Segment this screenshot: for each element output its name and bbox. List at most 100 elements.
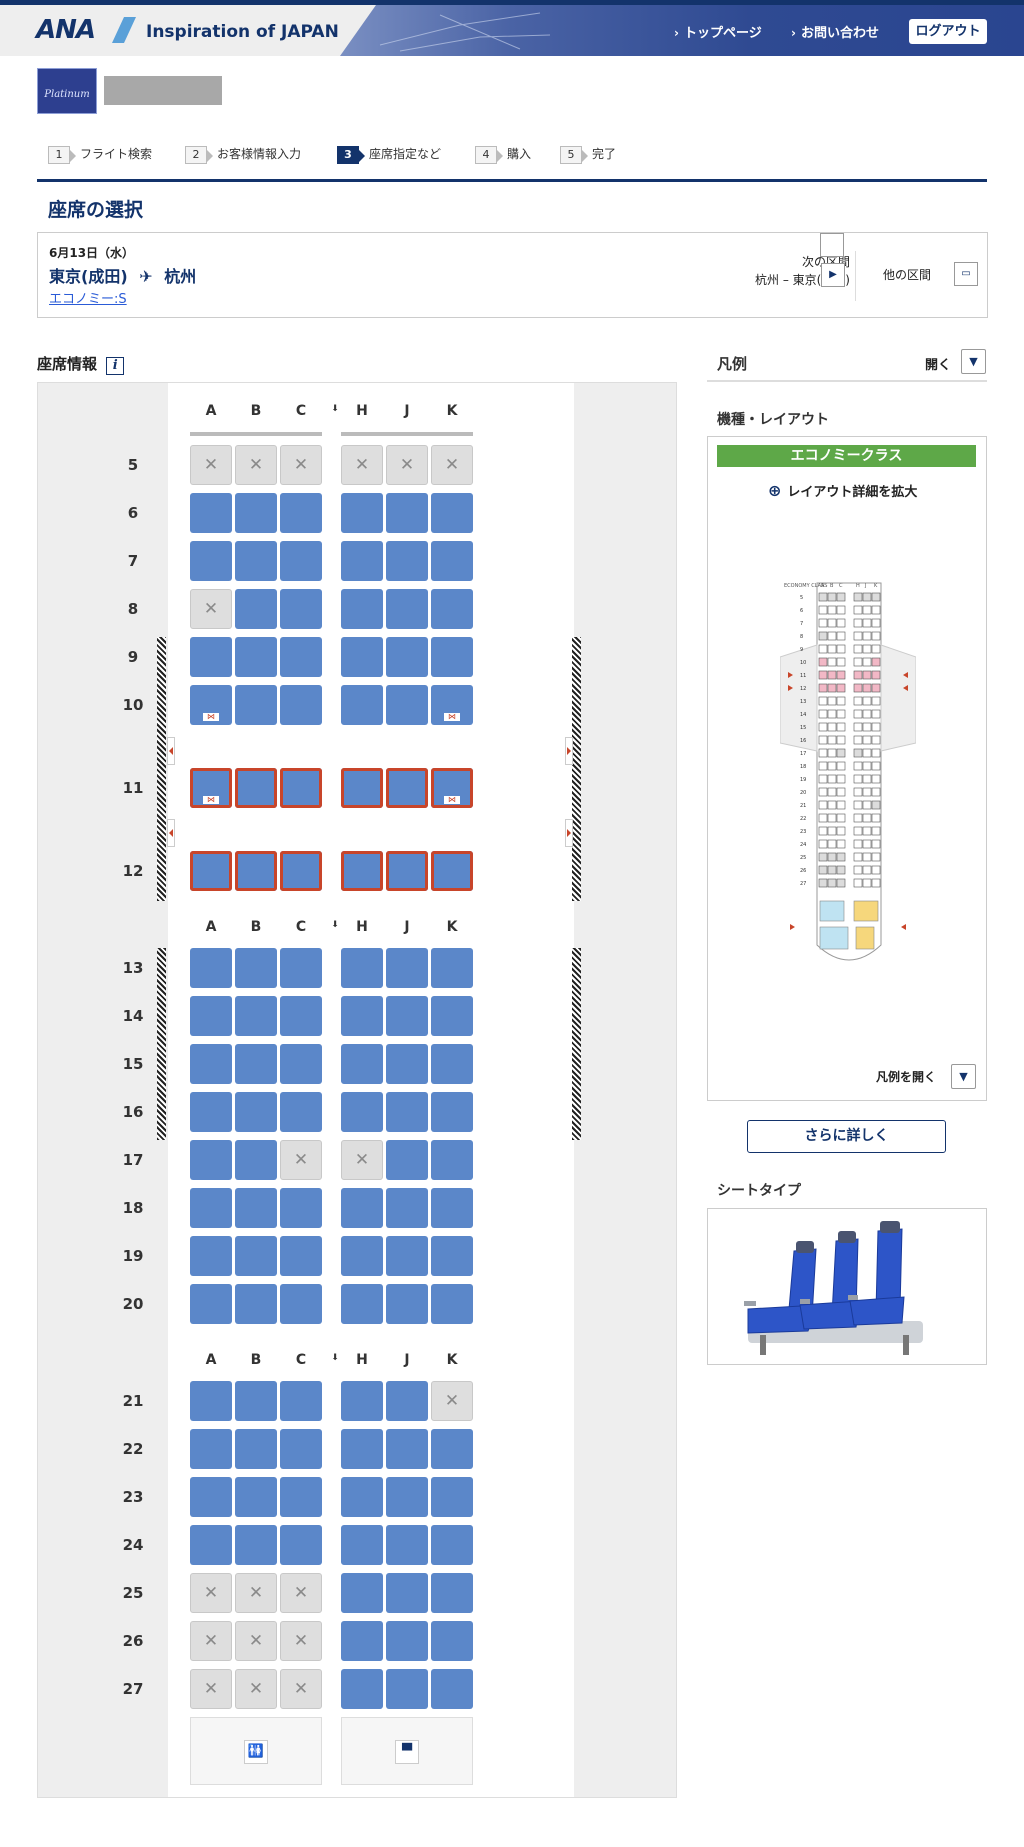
seat-available[interactable] bbox=[341, 1669, 383, 1709]
seat-available[interactable] bbox=[386, 1621, 428, 1661]
seat-available[interactable] bbox=[341, 1236, 383, 1276]
seat-available[interactable] bbox=[235, 589, 277, 629]
seat-available[interactable] bbox=[235, 493, 277, 533]
seat-available[interactable] bbox=[431, 1573, 473, 1613]
seat-available[interactable] bbox=[386, 685, 428, 725]
seat-available[interactable] bbox=[280, 541, 322, 581]
seat-available[interactable] bbox=[235, 1092, 277, 1132]
seat-available[interactable] bbox=[190, 851, 232, 891]
mini-aircraft-layout[interactable]: ECONOMY CLASSA B C H J K567891011121314151617… bbox=[780, 575, 916, 971]
seat-available[interactable] bbox=[341, 1284, 383, 1324]
seat-available[interactable] bbox=[431, 1669, 473, 1709]
seat-available[interactable] bbox=[341, 1429, 383, 1469]
seat-available[interactable] bbox=[235, 1236, 277, 1276]
seat-available[interactable] bbox=[190, 1092, 232, 1132]
legend-open-label[interactable]: 開く bbox=[925, 354, 951, 373]
seat-available[interactable] bbox=[386, 1477, 428, 1517]
seat-available[interactable] bbox=[431, 1477, 473, 1517]
seat-available[interactable] bbox=[190, 1044, 232, 1084]
nav-top-page[interactable]: トップページ bbox=[674, 22, 762, 41]
seat-available[interactable] bbox=[341, 493, 383, 533]
seat-available[interactable] bbox=[190, 996, 232, 1036]
seat-available[interactable] bbox=[341, 1381, 383, 1421]
seat-available[interactable] bbox=[386, 637, 428, 677]
seat-available[interactable] bbox=[386, 589, 428, 629]
seat-available[interactable] bbox=[431, 1044, 473, 1084]
legend-open-link[interactable]: 凡例を開く bbox=[876, 1068, 936, 1085]
seat-available[interactable] bbox=[386, 493, 428, 533]
seat-available[interactable] bbox=[386, 948, 428, 988]
seat-available[interactable] bbox=[431, 1621, 473, 1661]
seat-available[interactable] bbox=[386, 1188, 428, 1228]
seat-available[interactable] bbox=[341, 768, 383, 808]
seat-available[interactable] bbox=[431, 996, 473, 1036]
seat-available[interactable] bbox=[341, 851, 383, 891]
seat-available[interactable] bbox=[386, 768, 428, 808]
seat-available[interactable] bbox=[280, 637, 322, 677]
seat-available[interactable] bbox=[235, 1044, 277, 1084]
seat-available[interactable] bbox=[341, 589, 383, 629]
seat-available[interactable] bbox=[386, 1573, 428, 1613]
more-details-button[interactable]: さらに詳しく bbox=[747, 1120, 946, 1153]
info-icon[interactable]: i bbox=[106, 357, 125, 375]
seat-available[interactable] bbox=[341, 996, 383, 1036]
seat-available[interactable] bbox=[190, 1284, 232, 1324]
seat-available[interactable] bbox=[280, 1236, 322, 1276]
seat-available[interactable] bbox=[341, 1573, 383, 1613]
seat-available[interactable] bbox=[386, 1140, 428, 1180]
seat-available[interactable] bbox=[386, 996, 428, 1036]
seat-available[interactable] bbox=[341, 1621, 383, 1661]
seat-available[interactable] bbox=[431, 948, 473, 988]
seat-available[interactable] bbox=[280, 1477, 322, 1517]
seat-available[interactable] bbox=[190, 1236, 232, 1276]
seat-available[interactable] bbox=[235, 541, 277, 581]
seat-available[interactable] bbox=[235, 996, 277, 1036]
seat-available[interactable] bbox=[235, 851, 277, 891]
seat-available[interactable] bbox=[235, 1140, 277, 1180]
seat-available[interactable] bbox=[280, 1429, 322, 1469]
seat-available[interactable] bbox=[341, 1044, 383, 1084]
seat-available[interactable]: ⋈ bbox=[431, 685, 473, 725]
seat-available[interactable] bbox=[235, 1477, 277, 1517]
seat-available[interactable] bbox=[431, 1525, 473, 1565]
seat-available[interactable] bbox=[235, 1429, 277, 1469]
seat-available[interactable]: ⋈ bbox=[190, 685, 232, 725]
seat-available[interactable] bbox=[280, 1188, 322, 1228]
fare-class-link[interactable]: エコノミー:S bbox=[49, 288, 127, 307]
zoom-layout-link[interactable]: ⊕ レイアウト詳細を拡大 bbox=[768, 481, 917, 500]
seat-available[interactable] bbox=[190, 1525, 232, 1565]
seat-available[interactable] bbox=[280, 948, 322, 988]
seat-available[interactable] bbox=[190, 1140, 232, 1180]
other-segment-button[interactable]: ▭ bbox=[954, 262, 978, 286]
seat-available[interactable] bbox=[190, 493, 232, 533]
seat-available[interactable] bbox=[386, 1381, 428, 1421]
seat-available[interactable] bbox=[235, 768, 277, 808]
seat-available[interactable] bbox=[431, 589, 473, 629]
seat-available[interactable] bbox=[190, 1429, 232, 1469]
seat-available[interactable] bbox=[341, 637, 383, 677]
seat-available[interactable] bbox=[431, 1188, 473, 1228]
seat-available[interactable] bbox=[386, 541, 428, 581]
legend-open-button[interactable]: ▼ bbox=[951, 1064, 976, 1089]
seat-available[interactable] bbox=[341, 1477, 383, 1517]
seat-available[interactable] bbox=[190, 1381, 232, 1421]
seat-available[interactable] bbox=[341, 1092, 383, 1132]
seat-available[interactable] bbox=[386, 1284, 428, 1324]
seat-available[interactable] bbox=[386, 851, 428, 891]
seat-available[interactable] bbox=[235, 1284, 277, 1324]
seat-available[interactable] bbox=[190, 541, 232, 581]
seat-available[interactable] bbox=[341, 1525, 383, 1565]
seat-available[interactable] bbox=[386, 1044, 428, 1084]
seat-available[interactable] bbox=[431, 493, 473, 533]
seat-available[interactable] bbox=[386, 1429, 428, 1469]
seat-available[interactable] bbox=[341, 948, 383, 988]
seat-available[interactable] bbox=[431, 637, 473, 677]
seat-available[interactable] bbox=[190, 1477, 232, 1517]
seat-available[interactable] bbox=[280, 1044, 322, 1084]
seat-available[interactable] bbox=[386, 1669, 428, 1709]
seat-available[interactable] bbox=[341, 685, 383, 725]
seat-available[interactable]: ⋈ bbox=[431, 768, 473, 808]
seat-available[interactable] bbox=[431, 1140, 473, 1180]
seat-available[interactable] bbox=[431, 1284, 473, 1324]
nav-contact[interactable]: お問い合わせ bbox=[791, 22, 879, 41]
